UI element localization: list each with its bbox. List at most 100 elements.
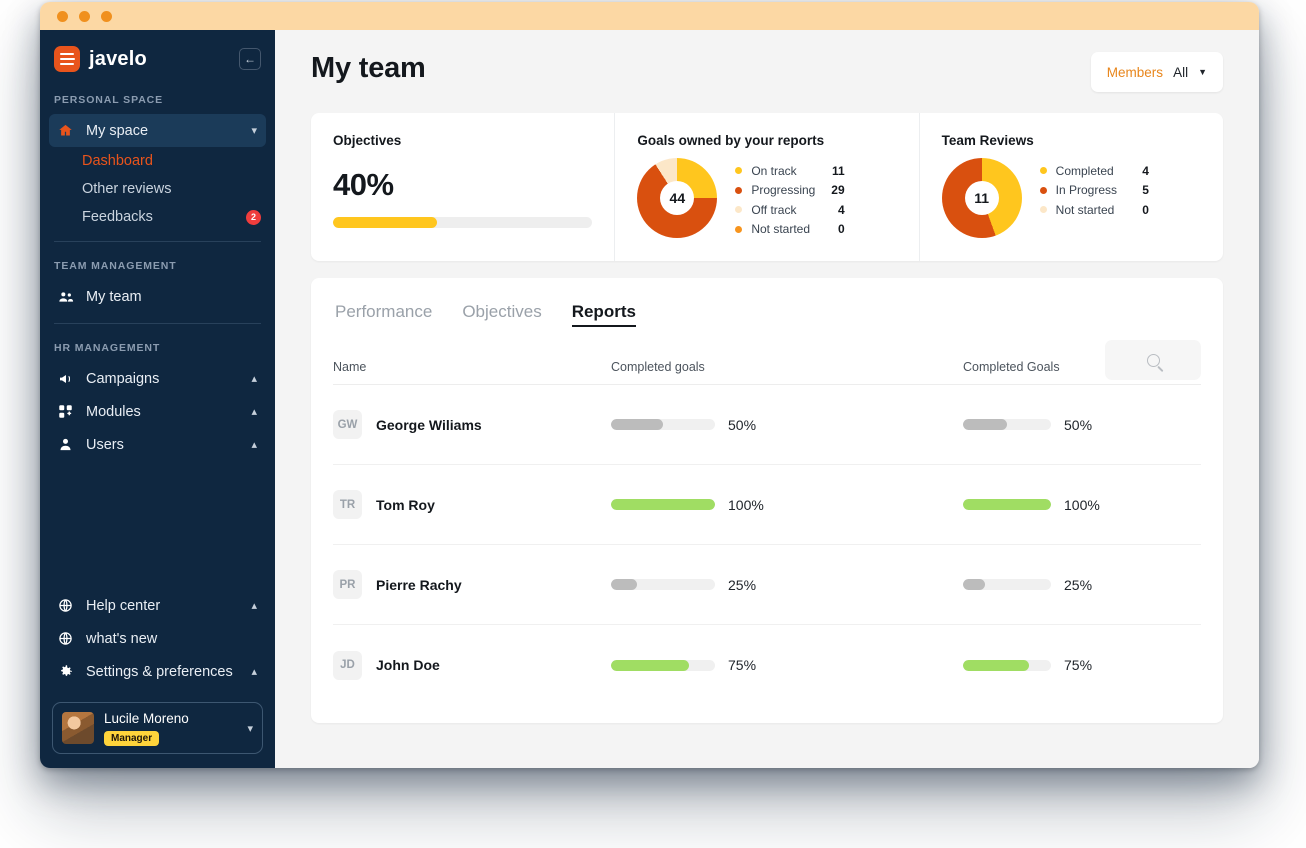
legend-item: Completed 4 (1039, 161, 1201, 181)
sidebar-subitem-other-reviews[interactable]: Other reviews (40, 175, 275, 203)
legend-item: Progressing 29 (735, 181, 896, 201)
progress-fill (963, 579, 985, 590)
progress-percent: 75% (1064, 657, 1093, 673)
legend-item: In Progress 5 (1039, 181, 1201, 201)
card-title: Goals owned by your reports (637, 133, 825, 148)
progress-fill (963, 659, 1029, 671)
tab-performance[interactable]: Performance (335, 302, 432, 327)
legend-value: 5 (1142, 183, 1149, 198)
cell-name: JD John Doe (333, 650, 611, 680)
profile-name: Lucile Moreno (104, 711, 189, 726)
chevron-up-icon[interactable]: ▴ (251, 372, 257, 385)
sidebar-item-my-team[interactable]: My team (49, 280, 266, 313)
progress-percent: 50% (728, 416, 757, 433)
tab-reports[interactable]: Reports (571, 302, 636, 327)
globe-icon (58, 631, 78, 646)
sidebar-subitem-feedbacks[interactable]: Feedbacks 2 (40, 203, 275, 231)
window-maximize-dot[interactable] (101, 10, 112, 22)
table-header-row: Name Completed goals Completed Goals (333, 327, 1201, 385)
table-row[interactable]: TR Tom Roy 100% 100% (333, 465, 1201, 545)
chevron-up-icon[interactable]: ▴ (251, 665, 257, 678)
sidebar-item-help-center[interactable]: Help center ▴ (49, 589, 266, 622)
page-header: My team Members All ▼ (311, 52, 1223, 92)
sidebar-bottom-section: Help center ▴ what's new Settings & pref… (40, 589, 275, 754)
app-window: javelo ← PERSONAL SPACE My space ▾ Dashb… (40, 2, 1259, 768)
table-row[interactable]: GW George Wiliams 50% 50% (333, 385, 1201, 465)
members-filter-value: All (1173, 64, 1189, 80)
legend-label: Not started (751, 222, 811, 237)
members-filter-dropdown[interactable]: Members All ▼ (1090, 52, 1223, 92)
legend-value: 4 (1142, 163, 1149, 178)
table-row[interactable]: PR Pierre Rachy 25% 25% (333, 545, 1201, 625)
search-input[interactable] (1105, 340, 1201, 380)
sidebar-item-my-space[interactable]: My space ▾ (49, 114, 266, 147)
cell-completed-goals: 25% (611, 577, 963, 593)
window-close-dot[interactable] (57, 10, 68, 22)
legend-item: Not started 0 (735, 220, 896, 240)
avatar-initials: JD (333, 650, 362, 680)
sidebar-item-modules[interactable]: Modules ▴ (49, 395, 266, 428)
window-minimize-dot[interactable] (79, 10, 90, 22)
cell-completed-goals-2: 100% (963, 497, 1193, 513)
tab-objectives[interactable]: Objectives (462, 302, 541, 327)
legend-value: 0 (837, 222, 845, 237)
legend-value: 0 (1142, 202, 1149, 217)
megaphone-icon (58, 371, 78, 387)
reports-panel: Performance Objectives Reports Name Comple… (311, 278, 1223, 723)
progress-fill (611, 419, 663, 430)
chevron-down-icon[interactable]: ▾ (247, 722, 253, 735)
cell-completed-goals: 100% (611, 497, 963, 513)
chevron-up-icon[interactable]: ▴ (251, 599, 257, 612)
sidebar-item-settings-preferences[interactable]: Settings & preferences ▴ (49, 655, 266, 688)
progress-percent: 25% (728, 576, 757, 593)
sidebar-item-label: Settings & preferences (86, 663, 233, 680)
progress-fill (611, 499, 715, 510)
legend-item: Off track 4 (735, 200, 896, 220)
person-name: Pierre Rachy (376, 576, 462, 593)
sidebar-item-label: My team (86, 288, 142, 305)
card-title: Objectives (333, 133, 402, 148)
legend-color-dot (735, 206, 743, 214)
home-icon (58, 123, 78, 138)
user-profile-card[interactable]: Lucile Moreno Manager ▾ (52, 702, 263, 754)
chevron-up-icon[interactable]: ▴ (251, 405, 257, 418)
role-badge: Manager (104, 731, 160, 746)
table-row[interactable]: JD John Doe 75% 75% (333, 625, 1201, 705)
sidebar-subitem-dashboard[interactable]: Dashboard (40, 147, 275, 175)
sidebar-collapse-button[interactable]: ← (239, 48, 261, 70)
progress-fill (611, 659, 689, 671)
sidebar: javelo ← PERSONAL SPACE My space ▾ Dashb… (40, 30, 275, 768)
legend-label: Progressing (751, 183, 816, 198)
progress-track (963, 419, 1051, 430)
brand-name: javelo (89, 47, 147, 70)
legend-item: On track 11 (735, 161, 896, 181)
panel-tabs: Performance Objectives Reports (333, 302, 1201, 327)
main-content: My team Members All ▼ Objectives 40% Goa… (275, 30, 1259, 768)
person-name: George Wiliams (376, 416, 482, 433)
chevron-up-icon[interactable]: ▴ (251, 438, 257, 451)
legend-label: In Progress (1055, 183, 1118, 198)
avatar-initials: TR (333, 490, 362, 519)
stats-cards: Objectives 40% Goals owned by your repor… (311, 113, 1223, 261)
goals-donut-center: 44 (660, 181, 695, 215)
page-title: My team (311, 52, 426, 84)
progress-track (963, 659, 1051, 671)
brand-logo[interactable]: javelo ← (40, 30, 275, 76)
reviews-donut-chart: 11 (941, 158, 1022, 238)
sidebar-item-whats-new[interactable]: what's new (49, 622, 266, 655)
people-icon (58, 289, 78, 305)
avatar-initials: GW (333, 410, 362, 439)
sidebar-subitem-label: Other reviews (82, 181, 172, 197)
progress-track (611, 419, 715, 430)
caret-down-icon: ▼ (1198, 67, 1207, 77)
globe-icon (58, 598, 78, 613)
sidebar-item-label: My space (86, 122, 149, 139)
column-header-name: Name (333, 360, 367, 374)
legend-label: Off track (751, 202, 797, 217)
legend-color-dot (735, 186, 743, 194)
sidebar-item-label: Help center (86, 597, 161, 614)
sidebar-item-users[interactable]: Users ▴ (49, 428, 266, 461)
sidebar-item-campaigns[interactable]: Campaigns ▴ (49, 362, 266, 395)
card-objectives: Objectives 40% (311, 113, 614, 261)
chevron-down-icon[interactable]: ▾ (251, 124, 257, 137)
